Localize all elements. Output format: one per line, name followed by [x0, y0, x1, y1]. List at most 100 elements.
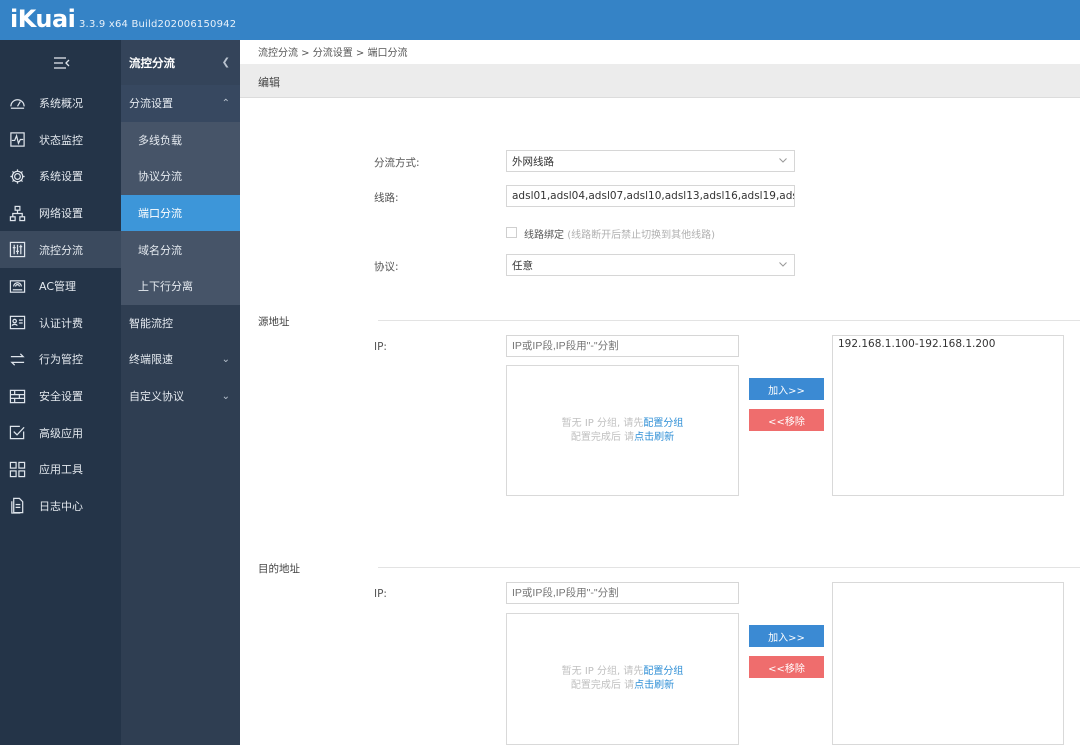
sub-nav-item-domain-split[interactable]: 域名分流	[121, 231, 240, 268]
nav-item-auth-billing[interactable]: 认证计费	[0, 305, 121, 342]
menu-collapse-toggle[interactable]	[0, 40, 121, 85]
nav-item-security-settings[interactable]: 安全设置	[0, 378, 121, 415]
chevron-down-icon	[779, 262, 787, 267]
network-icon	[8, 204, 26, 222]
protocol-select[interactable]: 任意	[506, 254, 795, 276]
nav-item-system-settings[interactable]: 系统设置	[0, 158, 121, 195]
line-bind-hint: (线路断开后禁止切换到其他线路)	[567, 230, 715, 241]
configure-group-link[interactable]: 配置分组	[643, 666, 683, 677]
nav-item-flow-control[interactable]: 流控分流	[0, 231, 121, 268]
destination-section-title: 目的地址	[258, 563, 300, 575]
chevron-left-icon[interactable]: ❮	[222, 57, 230, 68]
source-section-title: 源地址	[258, 316, 290, 328]
sub-nav-group-split-settings[interactable]: 分流设置 ⌃	[121, 85, 240, 122]
nav-item-advanced-apps[interactable]: 高级应用	[0, 414, 121, 451]
breadcrumb: 流控分流 > 分流设置 > 端口分流	[258, 48, 408, 59]
nav-item-behavior-control[interactable]: 行为管控	[0, 341, 121, 378]
nav-item-network-settings[interactable]: 网络设置	[0, 195, 121, 232]
nav-item-label: 网络设置	[39, 207, 83, 221]
source-ip-label: IP:	[374, 341, 387, 353]
sub-nav-item-label: 端口分流	[138, 207, 182, 221]
monitor-icon	[8, 131, 26, 149]
empty-text: 配置完成后 请	[570, 680, 635, 691]
line-bind-label: 线路绑定 (线路断开后禁止切换到其他线路)	[524, 226, 715, 241]
sub-nav-item-label: 终端限速	[129, 353, 173, 367]
destination-remove-button[interactable]: <<移除	[749, 656, 824, 678]
main-nav: 系统概况 状态监控 系统设置 网络设置 流控分流 AC管理 认证计费 行为管控 …	[0, 40, 121, 745]
sub-nav-item-protocol-split[interactable]: 协议分流	[121, 158, 240, 195]
sub-nav-item-port-split[interactable]: 端口分流	[121, 194, 240, 232]
version-label: 3.3.9 x64 Build202006150942	[79, 19, 237, 30]
destination-add-button[interactable]: 加入>>	[749, 625, 824, 647]
sub-nav-item-multi-line[interactable]: 多线负载	[121, 121, 240, 159]
refresh-link[interactable]: 点击刷新	[634, 432, 674, 443]
firewall-icon	[8, 387, 26, 405]
source-selected-list[interactable]: 192.168.1.100-192.168.1.200	[832, 335, 1064, 496]
line-bind-checkbox[interactable]	[506, 227, 517, 238]
split-mode-select[interactable]: 外网线路	[506, 150, 795, 172]
nav-item-status-monitor[interactable]: 状态监控	[0, 122, 121, 159]
menu-collapse-icon	[53, 56, 69, 69]
nav-item-label: 系统概况	[39, 97, 83, 111]
nav-item-app-tools[interactable]: 应用工具	[0, 451, 121, 488]
empty-text: 暂无 IP 分组, 请先	[561, 666, 644, 677]
ikuai-logo[interactable]: iKuai	[10, 5, 76, 33]
grid-icon	[8, 460, 26, 478]
edit-title-bar: 编辑	[240, 64, 1080, 98]
protocol-label: 协议:	[374, 261, 399, 273]
nav-item-label: 日志中心	[39, 499, 83, 513]
nav-item-label: 状态监控	[39, 133, 83, 147]
line-input[interactable]: adsl01,adsl04,adsl07,adsl10,adsl13,adsl1…	[506, 185, 795, 207]
source-remove-button[interactable]: <<移除	[749, 409, 824, 431]
chevron-up-icon: ⌃	[221, 97, 230, 109]
chevron-down-icon: ⌄	[221, 390, 230, 402]
sub-nav-item-terminal-limit[interactable]: 终端限速 ⌄	[121, 341, 240, 378]
chevron-down-icon: ⌄	[221, 353, 230, 365]
sub-nav-header[interactable]: 流控分流 ❮	[121, 40, 240, 85]
destination-ip-input[interactable]	[506, 582, 739, 604]
refresh-link[interactable]: 点击刷新	[634, 680, 674, 691]
id-card-icon	[8, 314, 26, 332]
nav-item-ac-management[interactable]: AC管理	[0, 268, 121, 305]
destination-group-box: 暂无 IP 分组, 请先配置分组 配置完成后 请点击刷新	[506, 613, 739, 745]
content-area: 流控分流 > 分流设置 > 端口分流 编辑 分流方式: 外网线路 线路: ads…	[240, 40, 1080, 745]
nav-item-label: 高级应用	[39, 426, 83, 440]
configure-group-link[interactable]: 配置分组	[643, 418, 683, 429]
gear-icon	[8, 167, 26, 185]
nav-item-system-overview[interactable]: 系统概况	[0, 85, 121, 122]
edit-title: 编辑	[258, 76, 280, 89]
nav-item-log-center[interactable]: 日志中心	[0, 488, 121, 525]
top-header: iKuai 3.3.9 x64 Build202006150942	[0, 0, 1080, 40]
nav-item-label: 行为管控	[39, 353, 83, 367]
sub-nav-item-up-down-split[interactable]: 上下行分离	[121, 267, 240, 305]
check-box-icon	[8, 424, 26, 442]
source-empty-message: 暂无 IP 分组, 请先配置分组 配置完成后 请点击刷新	[507, 417, 738, 445]
sub-nav-item-label: 协议分流	[138, 170, 182, 184]
line-label: 线路:	[374, 192, 399, 204]
sub-nav-group-label: 分流设置	[129, 97, 173, 111]
swap-icon	[8, 350, 26, 368]
nav-item-label: 认证计费	[39, 316, 83, 330]
sub-nav-item-custom-protocol[interactable]: 自定义协议 ⌄	[121, 378, 240, 415]
destination-ip-label: IP:	[374, 588, 387, 600]
line-value: adsl01,adsl04,adsl07,adsl10,adsl13,adsl1…	[512, 190, 795, 202]
source-section-divider	[378, 320, 1080, 321]
sliders-icon	[8, 241, 26, 259]
chevron-down-icon	[779, 158, 787, 163]
nav-item-label: 安全设置	[39, 390, 83, 404]
split-mode-label: 分流方式:	[374, 157, 420, 169]
nav-item-label: AC管理	[39, 280, 77, 294]
source-list-entry[interactable]: 192.168.1.100-192.168.1.200	[838, 338, 995, 350]
nav-item-label: 应用工具	[39, 463, 83, 477]
source-ip-input[interactable]	[506, 335, 739, 357]
destination-section-divider	[378, 567, 1080, 568]
line-bind-text: 线路绑定	[524, 230, 564, 241]
sub-nav-title: 流控分流	[129, 55, 175, 70]
empty-text: 暂无 IP 分组, 请先	[561, 418, 644, 429]
destination-selected-list[interactable]	[832, 582, 1064, 745]
source-add-button[interactable]: 加入>>	[749, 378, 824, 400]
sub-nav-item-label: 自定义协议	[129, 390, 184, 404]
source-group-box: 暂无 IP 分组, 请先配置分组 配置完成后 请点击刷新	[506, 365, 739, 496]
sub-nav-item-smart-flow[interactable]: 智能流控	[121, 305, 240, 342]
sub-nav-item-label: 上下行分离	[138, 280, 193, 294]
